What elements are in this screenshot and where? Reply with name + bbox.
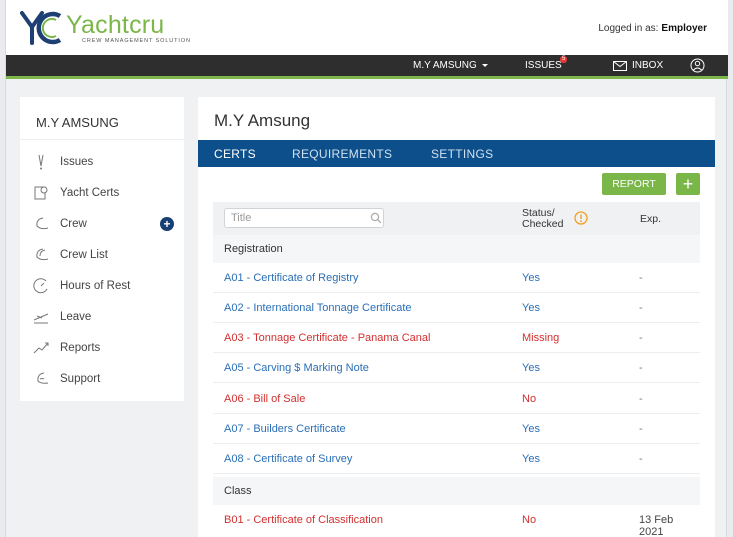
yachtcru-logo[interactable]: Yachtcru CREW MANAGEMENT SOLUTION: [20, 10, 190, 46]
cert-exp: -: [639, 393, 643, 405]
status-column-header[interactable]: Status/ Checked: [522, 208, 563, 230]
issues-icon: [32, 153, 50, 171]
sidebar-item-hours-of-rest[interactable]: Hours of Rest: [32, 274, 182, 298]
info-warning-icon[interactable]: [574, 211, 588, 225]
sidebar-item-leave[interactable]: Leave: [32, 305, 182, 329]
sidebar-item-support[interactable]: Support: [32, 367, 182, 391]
account-button[interactable]: [690, 55, 705, 76]
support-icon: [32, 370, 50, 388]
cert-exp: -: [639, 453, 643, 465]
table-row[interactable]: A07 - Builders Certificate Yes -: [213, 414, 700, 444]
report-button[interactable]: REPORT: [602, 173, 666, 195]
cert-title-link[interactable]: A05 - Carving $ Marking Note: [224, 362, 369, 374]
cert-status: Yes: [522, 423, 540, 435]
table-row[interactable]: A08 - Certificate of Survey Yes -: [213, 444, 700, 474]
cert-status: No: [522, 514, 537, 526]
table-header: Status/ Checked Exp.: [213, 202, 700, 235]
search-icon: [370, 212, 382, 224]
certs-icon: [32, 184, 50, 202]
nav-inbox[interactable]: INBOX: [613, 55, 663, 76]
cert-title-link[interactable]: A08 - Certificate of Survey: [224, 453, 352, 465]
tab-bar: CERTS REQUIREMENTS SETTINGS: [198, 140, 715, 167]
cert-exp: -: [639, 423, 643, 435]
main-navbar: M.Y AMSUNG ISSUES 5 INBOX: [6, 55, 728, 79]
exp-column-header[interactable]: Exp.: [640, 213, 661, 225]
sidebar-item-label: Crew List: [60, 249, 108, 261]
sidebar-item-reports[interactable]: Reports: [32, 336, 182, 360]
sidebar: M.Y AMSUNG Issues Yacht Certs Crew + Cre…: [20, 97, 184, 401]
login-status: Logged in as: Employer: [598, 23, 707, 34]
table-row[interactable]: A01 - Certificate of Registry Yes -: [213, 263, 700, 293]
nav-issues-label: ISSUES: [525, 60, 562, 71]
sidebar-item-label: Issues: [60, 156, 94, 168]
cert-exp: -: [639, 332, 643, 344]
crew-list-icon: [32, 246, 50, 264]
brand-tagline: CREW MANAGEMENT SOLUTION: [82, 38, 191, 44]
sidebar-item-crew-list[interactable]: Crew List: [32, 243, 182, 267]
clock-icon: [32, 277, 50, 295]
logo-mark-icon: [20, 11, 62, 45]
caret-down-icon: [481, 64, 488, 67]
top-header: Yachtcru CREW MANAGEMENT SOLUTION Logged…: [6, 0, 728, 55]
sidebar-item-label: Support: [60, 373, 101, 385]
chart-icon: [32, 339, 50, 357]
page-title: M.Y Amsung: [214, 111, 311, 130]
user-circle-icon: [690, 58, 705, 73]
sidebar-item-label: Reports: [60, 342, 101, 354]
brand-name: Yachtcru: [66, 11, 165, 39]
cert-status: No: [522, 393, 537, 405]
table-row[interactable]: B01 - Certificate of Classification No 1…: [213, 505, 700, 537]
group-header-class: Class: [213, 477, 700, 505]
logged-in-label: Logged in as:: [598, 23, 659, 34]
cert-title-link[interactable]: A07 - Builders Certificate: [224, 423, 346, 435]
cert-status: Yes: [522, 362, 540, 374]
nav-inbox-label: INBOX: [632, 60, 664, 71]
vessel-dropdown-label: M.Y AMSUNG: [413, 60, 477, 71]
table-row[interactable]: A03 - Tonnage Certificate - Panama Canal…: [213, 323, 700, 353]
sidebar-divider: [20, 139, 184, 140]
vessel-dropdown[interactable]: M.Y AMSUNG: [413, 55, 488, 76]
tab-settings[interactable]: SETTINGS: [431, 140, 493, 167]
sidebar-vessel-title: M.Y AMSUNG: [36, 115, 119, 130]
cert-title-link[interactable]: A02 - International Tonnage Certificate: [224, 302, 412, 314]
table-row[interactable]: A02 - International Tonnage Certificate …: [213, 293, 700, 323]
add-cert-button[interactable]: +: [676, 173, 700, 195]
cert-title-link[interactable]: A06 - Bill of Sale: [224, 393, 305, 405]
sidebar-item-crew[interactable]: Crew +: [32, 212, 182, 236]
title-search-input[interactable]: [224, 208, 384, 228]
group-header-registration: Registration: [213, 235, 700, 263]
cert-title-link[interactable]: B01 - Certificate of Classification: [224, 514, 383, 526]
app-frame: Yachtcru CREW MANAGEMENT SOLUTION Logged…: [5, 0, 728, 537]
main-panel: M.Y Amsung CERTS REQUIREMENTS SETTINGS R…: [198, 97, 715, 537]
cert-title-link[interactable]: A03 - Tonnage Certificate - Panama Canal: [224, 332, 430, 344]
cert-status: Missing: [522, 332, 560, 344]
add-crew-button[interactable]: +: [160, 217, 174, 231]
tab-certs[interactable]: CERTS: [214, 140, 256, 167]
cert-exp: -: [639, 362, 643, 374]
sidebar-item-label: Yacht Certs: [60, 187, 120, 199]
user-role: Employer: [661, 23, 707, 34]
table-row[interactable]: A05 - Carving $ Marking Note Yes -: [213, 353, 700, 383]
cert-status: Yes: [522, 272, 540, 284]
crew-icon: [32, 215, 50, 233]
cert-status: Yes: [522, 453, 540, 465]
tab-requirements[interactable]: REQUIREMENTS: [292, 140, 392, 167]
cert-exp: -: [639, 272, 643, 284]
table-row[interactable]: A06 - Bill of Sale No -: [213, 384, 700, 414]
status-header-line2: Checked: [522, 218, 564, 230]
issues-count-badge: 5: [560, 56, 568, 63]
cert-exp: 13 Feb 2021: [639, 514, 674, 537]
nav-issues[interactable]: ISSUES 5: [525, 55, 568, 76]
cert-status: Yes: [522, 302, 540, 314]
sidebar-item-label: Crew: [60, 218, 87, 230]
sidebar-item-label: Leave: [60, 311, 92, 323]
plane-icon: [32, 308, 50, 326]
cert-exp: -: [639, 302, 643, 314]
sidebar-item-yacht-certs[interactable]: Yacht Certs: [32, 181, 182, 205]
sidebar-item-label: Hours of Rest: [60, 280, 131, 292]
sidebar-item-issues[interactable]: Issues: [32, 150, 182, 174]
cert-title-link[interactable]: A01 - Certificate of Registry: [224, 272, 359, 284]
envelope-icon: [613, 60, 627, 71]
